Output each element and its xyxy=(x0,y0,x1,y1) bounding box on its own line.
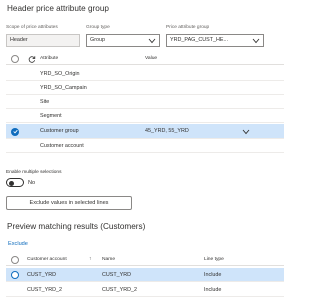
group-type-label: Group type xyxy=(86,25,110,30)
row-radio[interactable] xyxy=(11,271,19,279)
customer-account-column-header[interactable]: Customer account xyxy=(27,257,67,262)
toggle-knob xyxy=(9,180,14,186)
name-column-header[interactable]: Name xyxy=(102,257,115,262)
attribute-row-selected[interactable]: Customer group 45_YRD, 55_YRD xyxy=(6,124,284,139)
attribute-name: YRD_SO_Campain xyxy=(40,85,87,91)
scope-label: Scope of price attributes xyxy=(6,25,58,30)
price-group-label: Price attribute group xyxy=(166,25,210,30)
attribute-name: Segment xyxy=(40,113,62,119)
line-type-cell: Include xyxy=(204,287,222,293)
group-type-value: Group xyxy=(90,37,105,43)
exclude-link[interactable]: Exclude xyxy=(8,241,28,247)
name-cell: CUST_YRD_2 xyxy=(102,287,138,293)
attribute-row[interactable]: YRD_SO_Origin xyxy=(6,67,284,81)
select-all-radio[interactable] xyxy=(11,256,19,264)
multi-select-label: Enable multiple selections xyxy=(6,170,62,175)
customer-account-cell[interactable]: CUST_YRD xyxy=(27,272,56,278)
checkmark-icon xyxy=(12,129,18,134)
sort-up-icon[interactable]: ↑ xyxy=(89,257,91,262)
preview-grid-header: Customer account ↑ Name Line type xyxy=(6,254,284,266)
scope-field: Header xyxy=(6,34,80,47)
attribute-grid-header: Attribute Value xyxy=(6,53,284,65)
customer-account-cell[interactable]: CUST_YRD_2 xyxy=(27,287,62,293)
name-cell: CUST_YRD xyxy=(102,272,132,278)
preview-title: Preview matching results (Customers) xyxy=(7,222,146,231)
attribute-name: Customer group xyxy=(40,128,79,134)
exclude-values-button[interactable]: Exclude values in selected lines xyxy=(6,196,132,210)
preview-row-selected[interactable]: CUST_YRD CUST_YRD Include xyxy=(6,268,284,282)
price-group-select[interactable]: YRD_PAG_CUST_HE... xyxy=(166,34,264,47)
attribute-name: YRD_SO_Origin xyxy=(40,71,80,77)
refresh-icon[interactable] xyxy=(28,55,36,63)
price-group-value: YRD_PAG_CUST_HE... xyxy=(170,37,229,43)
chevron-down-icon[interactable] xyxy=(242,129,250,135)
multi-select-toggle[interactable] xyxy=(6,178,24,187)
attribute-value[interactable]: 45_YRD, 55_YRD xyxy=(145,128,189,134)
page-title: Header price attribute group xyxy=(7,4,109,13)
multi-select-value: No xyxy=(28,180,36,186)
preview-row[interactable]: CUST_YRD_2 CUST_YRD_2 Include xyxy=(6,283,284,297)
group-type-select[interactable]: Group xyxy=(86,34,160,47)
chevron-down-icon xyxy=(252,38,260,44)
attribute-name: Customer account xyxy=(40,143,84,149)
attribute-column-header[interactable]: Attribute xyxy=(40,56,58,61)
attribute-row[interactable]: Customer account xyxy=(6,139,284,153)
select-all-radio[interactable] xyxy=(11,55,19,63)
row-selected-indicator[interactable] xyxy=(11,127,19,136)
line-type-cell: Include xyxy=(204,272,222,278)
attribute-row[interactable]: YRD_SO_Campain xyxy=(6,81,284,95)
attribute-row[interactable]: Segment xyxy=(6,109,284,123)
attribute-name: Site xyxy=(40,99,50,105)
value-column-header[interactable]: Value xyxy=(145,56,157,61)
attribute-row[interactable]: Site xyxy=(6,95,284,109)
line-type-column-header[interactable]: Line type xyxy=(204,257,224,262)
chevron-down-icon xyxy=(148,38,156,44)
